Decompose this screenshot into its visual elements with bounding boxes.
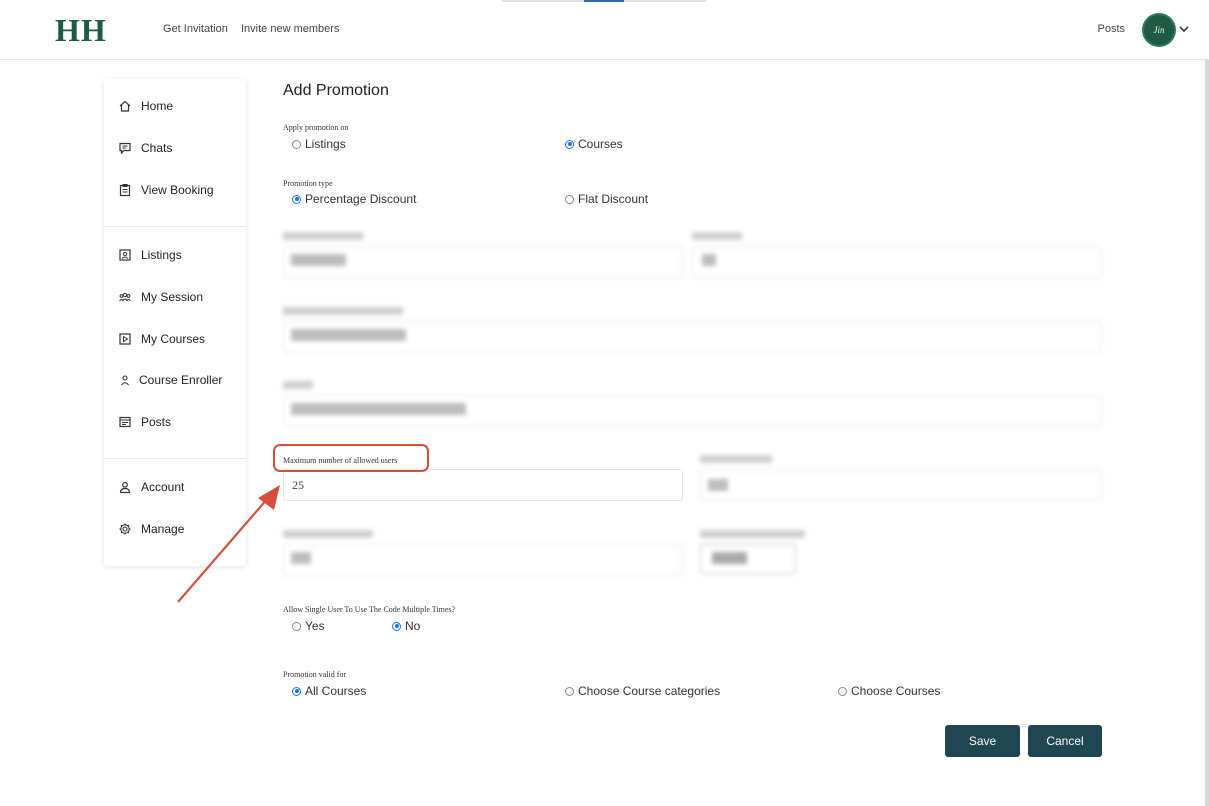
sidebar-item-course-enroller[interactable]: Course Enroller [118,370,222,390]
gear-icon [119,523,131,535]
annotation-arrow-icon [177,485,280,603]
page-title: Add Promotion [283,82,389,99]
sidebar-item-label: Chats [141,141,173,155]
posts-link[interactable]: Posts [1097,23,1125,35]
invite-members-link[interactable]: Invite new members [241,23,339,35]
sidebar-item-my-courses[interactable]: My Courses [118,329,205,349]
scrollbar[interactable] [1205,60,1209,806]
radio-indicator[interactable] [292,139,301,149]
radio-label: No [405,619,421,633]
sidebar-item-label: My Session [141,290,204,304]
radio-indicator-selected[interactable] [565,139,574,149]
radio-flat-discount[interactable]: Flat Discount [565,192,648,206]
sidebar-item-chats[interactable]: Chats [118,138,172,158]
user-icon [121,375,129,386]
clipboard-icon [119,184,131,197]
sidebar-item-home[interactable]: Home [118,96,173,116]
brand-logo[interactable]: HH [55,12,107,49]
radio-no[interactable]: No [392,619,420,633]
radio-indicator-selected[interactable] [292,686,301,696]
avatar[interactable]: Jin [1142,13,1176,47]
radio-indicator[interactable] [292,621,301,631]
radio-indicator[interactable] [565,194,574,204]
radio-label: Choose Courses [851,684,941,698]
radio-indicator-selected[interactable] [292,194,301,204]
play-icon [119,333,131,345]
radio-indicator-selected[interactable] [392,621,401,631]
chat-icon [119,142,131,155]
radio-label: Choose Course categories [578,684,721,698]
save-button[interactable]: Save [945,725,1020,757]
annotation-highlight-box [273,444,429,472]
radio-indicator[interactable] [838,686,847,696]
radio-label: Courses [578,137,623,151]
multi-use-label: Allow Single User To Use The Code Multip… [283,605,456,614]
tab-indicator [502,0,584,2]
sidebar-divider [104,226,246,227]
tab-indicator-active [584,0,624,2]
max-users-input[interactable] [283,469,683,501]
apply-on-label: Apply promotion on [283,123,349,132]
chevron-down-icon[interactable] [1178,22,1190,36]
sidebar-item-label: Course Enroller [139,373,223,387]
radio-all-courses[interactable]: All Courses [292,684,366,698]
sidebar-item-view-booking[interactable]: View Booking [118,180,214,200]
sidebar-item-label: Listings [141,248,182,262]
sidebar-item-label: Home [141,99,174,113]
radio-choose-courses[interactable]: Choose Courses [838,684,940,698]
sidebar-item-my-session[interactable]: My Session [118,287,203,307]
sidebar-item-label: My Courses [141,332,206,346]
radio-label: Yes [305,619,325,633]
sidebar-item-label: Posts [141,415,172,429]
radio-yes[interactable]: Yes [292,619,325,633]
sidebar-item-label: View Booking [141,183,214,197]
valid-for-label: Promotion valid for [283,670,347,679]
radio-percentage-discount[interactable]: Percentage Discount [292,192,416,206]
radio-label: All Courses [305,684,367,698]
top-navbar: HH Get Invitation Invite new members Pos… [0,0,1209,60]
sidebar-divider [104,458,246,459]
radio-label: Percentage Discount [305,192,417,206]
posts-icon [119,416,131,428]
sidebar-item-listings[interactable]: Listings [118,245,182,265]
group-icon [119,292,131,302]
tab-indicator [624,0,706,2]
radio-label: Flat Discount [578,192,649,206]
avatar-signature: Jin [1153,25,1165,35]
account-icon [119,481,131,494]
sidebar-item-posts[interactable]: Posts [118,412,171,432]
radio-listings[interactable]: Listings [292,137,346,151]
listing-icon [119,249,131,261]
promo-type-label: Promotion type [283,179,333,188]
cancel-button[interactable]: Cancel [1028,725,1102,757]
radio-indicator[interactable] [565,686,574,696]
radio-choose-course-categories[interactable]: Choose Course categories [565,684,720,698]
get-invitation-link[interactable]: Get Invitation [163,23,228,35]
radio-label: Listings [305,137,346,151]
radio-courses[interactable]: Courses [565,137,623,151]
home-icon [119,100,131,112]
